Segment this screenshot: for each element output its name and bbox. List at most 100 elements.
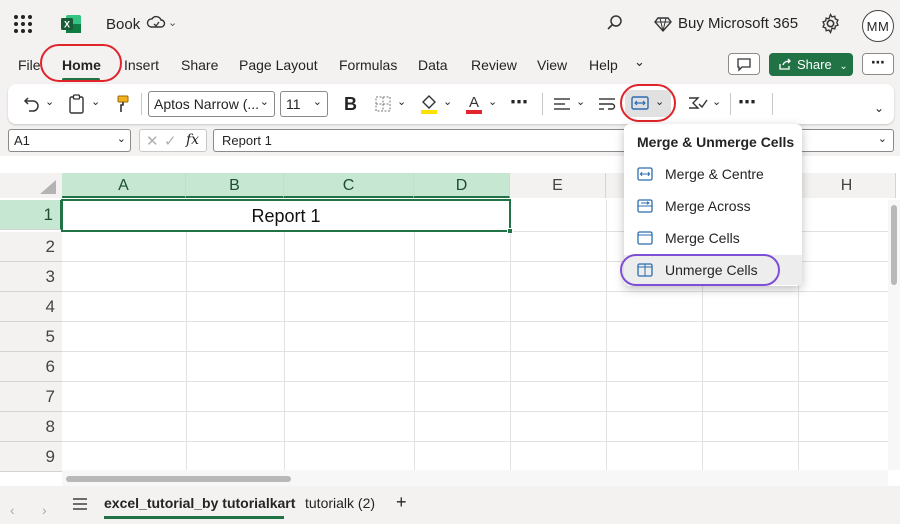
formula-actions: ✕ ✓ fx: [139, 129, 207, 152]
comment-icon: [737, 58, 751, 72]
bold-button[interactable]: B: [344, 94, 357, 115]
borders-chevron-icon[interactable]: ⌄: [397, 95, 406, 108]
excel-window: X Book ⌄ Buy Microsoft 365 MM File Home …: [0, 0, 900, 524]
chevron-down-icon[interactable]: ⌄: [168, 16, 177, 29]
expand-formula-chevron-icon[interactable]: ⌄: [878, 132, 887, 145]
wrap-text-icon[interactable]: [598, 96, 616, 112]
undo-chevron-icon[interactable]: ⌄: [45, 95, 54, 108]
tab-share[interactable]: Share: [181, 57, 218, 73]
workbook-title[interactable]: Book: [106, 16, 140, 33]
expand-ribbon-chevron-icon[interactable]: ⌄: [874, 101, 884, 115]
gridline: [186, 232, 187, 472]
row-header-8[interactable]: 8: [0, 412, 62, 442]
tab-insert[interactable]: Insert: [124, 57, 159, 73]
font-size-select[interactable]: 11 ⌄: [280, 91, 328, 117]
row-header-4[interactable]: 4: [0, 292, 62, 322]
gridline: [284, 232, 285, 472]
gridline: [62, 381, 888, 382]
paste-chevron-icon[interactable]: ⌄: [91, 95, 100, 108]
row-header-2[interactable]: 2: [0, 232, 62, 262]
undo-icon[interactable]: [22, 94, 42, 114]
insert-function-icon[interactable]: fx: [186, 132, 199, 148]
align-chevron-icon[interactable]: ⌄: [576, 95, 585, 108]
menu-item-label: Merge Cells: [665, 230, 740, 246]
buy-microsoft-365-link[interactable]: Buy Microsoft 365: [678, 15, 798, 32]
gridline: [62, 351, 888, 352]
toolbar-divider: [141, 93, 142, 115]
more-font-options-icon[interactable]: ⋯: [510, 92, 528, 113]
merge-button-highlight-annotation: [620, 84, 676, 122]
gridline: [606, 200, 607, 472]
paste-clipboard-icon[interactable]: [67, 93, 87, 115]
home-tab-highlight-annotation: [40, 44, 122, 82]
formula-value: Report 1: [222, 133, 272, 148]
select-all-corner[interactable]: [0, 173, 62, 198]
comments-button[interactable]: [728, 53, 760, 75]
tab-view[interactable]: View: [537, 57, 567, 73]
menu-item-merge-centre[interactable]: Merge & Centre: [624, 159, 802, 189]
column-header-e[interactable]: E: [510, 173, 606, 198]
next-sheet-chevron-icon[interactable]: ›: [42, 502, 47, 518]
gear-icon[interactable]: [820, 13, 841, 34]
tab-file[interactable]: File: [18, 57, 41, 73]
more-tabs-chevron-icon[interactable]: ⌄: [634, 54, 645, 70]
font-color-icon[interactable]: A: [465, 93, 483, 115]
tab-review[interactable]: Review: [471, 57, 517, 73]
menu-item-merge-across[interactable]: Merge Across: [624, 191, 802, 221]
row-header-5[interactable]: 5: [0, 322, 62, 352]
number-format-chevron-icon[interactable]: ⌄: [712, 95, 721, 108]
vertical-scroll-thumb[interactable]: [891, 205, 897, 285]
column-header-d[interactable]: D: [414, 173, 510, 198]
column-header-h[interactable]: H: [798, 173, 896, 198]
svg-text:X: X: [64, 20, 70, 30]
cancel-entry-icon[interactable]: ✕: [146, 132, 159, 150]
format-painter-icon[interactable]: [116, 94, 130, 114]
all-sheets-menu-icon[interactable]: [72, 497, 88, 511]
row-header-9[interactable]: 9: [0, 442, 62, 472]
menu-item-label: Merge & Centre: [665, 166, 764, 182]
more-commands-icon[interactable]: ⋯: [738, 92, 756, 113]
fill-color-icon[interactable]: [419, 93, 439, 115]
column-header-c[interactable]: C: [284, 173, 414, 198]
tab-formulas[interactable]: Formulas: [339, 57, 397, 73]
fill-handle[interactable]: [507, 228, 513, 234]
font-size-value: 11: [286, 96, 301, 112]
toolbar-divider: [772, 93, 773, 115]
borders-icon[interactable]: [374, 95, 392, 113]
tab-page-layout[interactable]: Page Layout: [239, 57, 318, 73]
share-button[interactable]: Share ⌄: [769, 53, 853, 76]
gridline: [62, 291, 888, 292]
tab-help[interactable]: Help: [589, 57, 618, 73]
column-header-b[interactable]: B: [186, 173, 284, 198]
share-icon: [779, 58, 791, 70]
avatar[interactable]: MM: [862, 10, 894, 42]
add-sheet-icon[interactable]: +: [396, 492, 407, 513]
share-button-label: Share: [797, 57, 832, 72]
column-header-a[interactable]: A: [62, 173, 186, 198]
row-header-6[interactable]: 6: [0, 352, 62, 382]
prev-sheet-chevron-icon[interactable]: ‹: [10, 502, 15, 518]
sheet-tab[interactable]: tutorialk (2): [305, 495, 375, 511]
fill-color-chevron-icon[interactable]: ⌄: [443, 95, 452, 108]
horizontal-scroll-thumb[interactable]: [66, 476, 291, 482]
cloud-saved-icon[interactable]: [146, 14, 166, 32]
more-options-button[interactable]: ⋯: [862, 53, 894, 75]
sheet-tab-active[interactable]: excel_tutorial_by tutorialkart: [104, 495, 295, 511]
select-all-triangle-icon: [40, 180, 56, 194]
menu-item-merge-cells[interactable]: Merge Cells: [624, 223, 802, 253]
search-icon[interactable]: [606, 14, 624, 32]
name-box[interactable]: A1 ⌄: [8, 129, 131, 152]
active-sheet-indicator: [104, 516, 284, 519]
confirm-entry-icon[interactable]: ✓: [164, 132, 177, 150]
font-name-select[interactable]: Aptos Narrow (... ⌄: [148, 91, 275, 117]
row-header-3[interactable]: 3: [0, 262, 62, 292]
row-header-1[interactable]: 1: [0, 200, 62, 230]
number-format-icon[interactable]: [686, 94, 708, 114]
gridline: [414, 232, 415, 472]
font-color-chevron-icon[interactable]: ⌄: [488, 95, 497, 108]
app-launcher-icon[interactable]: [14, 15, 32, 33]
merged-cell-a1-d1[interactable]: Report 1: [61, 199, 511, 232]
tab-data[interactable]: Data: [418, 57, 448, 73]
row-header-7[interactable]: 7: [0, 382, 62, 412]
align-icon[interactable]: [553, 96, 571, 112]
